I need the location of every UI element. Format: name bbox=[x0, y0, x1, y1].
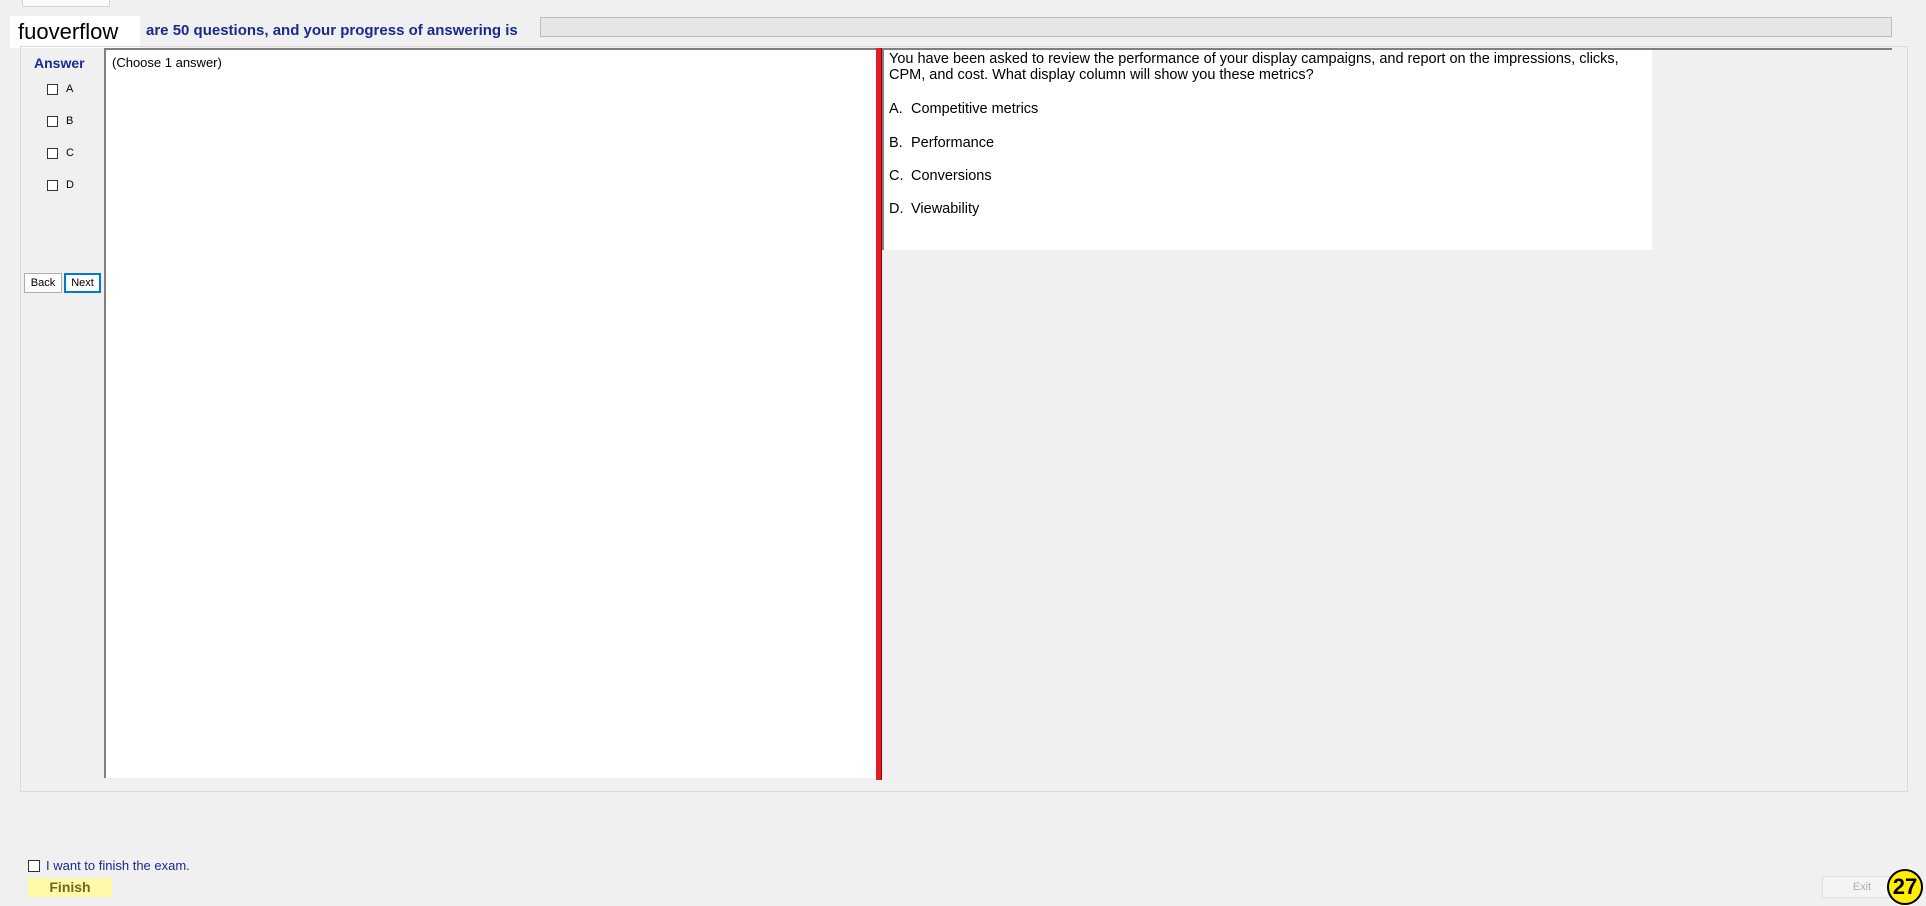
choice-text: Viewability bbox=[911, 201, 980, 217]
question-number-badge: 27 bbox=[1887, 869, 1923, 905]
answer-option-a[interactable]: A bbox=[47, 80, 73, 98]
checkbox[interactable] bbox=[47, 83, 58, 95]
answer-option-label: D bbox=[66, 179, 74, 191]
progress-bar bbox=[540, 17, 1892, 37]
choice-b: B. Performance bbox=[889, 135, 994, 151]
finish-exam-checkbox[interactable]: I want to finish the exam. bbox=[28, 858, 190, 873]
answer-option-c[interactable]: C bbox=[47, 144, 74, 162]
choice-letter: A. bbox=[889, 101, 903, 117]
choice-letter: D. bbox=[889, 201, 904, 217]
checkbox[interactable] bbox=[47, 179, 58, 191]
answer-instruction-pane: (Choose 1 answer) bbox=[104, 48, 876, 778]
finish-exam-label: I want to finish the exam. bbox=[46, 858, 190, 873]
answer-panel: Answer A B C D Back Next bbox=[22, 48, 104, 778]
progress-text: are 50 questions, and your progress of a… bbox=[146, 22, 518, 39]
answer-title: Answer bbox=[34, 55, 85, 71]
window-tab bbox=[22, 0, 110, 7]
checkbox[interactable] bbox=[47, 147, 58, 159]
answer-option-b[interactable]: B bbox=[47, 112, 73, 130]
checkbox[interactable] bbox=[28, 859, 40, 872]
choice-c: C. Conversions bbox=[889, 168, 992, 184]
choice-text: Performance bbox=[911, 135, 995, 151]
question-text: You have been asked to review the perfor… bbox=[889, 51, 1619, 83]
choice-text: Competitive metrics bbox=[911, 101, 1039, 117]
choice-text: Conversions bbox=[911, 168, 992, 184]
brand-logo: fuoverflow bbox=[10, 16, 140, 48]
answer-option-label: A bbox=[66, 83, 74, 95]
finish-button[interactable]: Finish bbox=[28, 878, 112, 897]
answer-option-d[interactable]: D bbox=[47, 176, 74, 194]
choice-letter: C. bbox=[889, 168, 904, 184]
choice-letter: B. bbox=[889, 135, 903, 151]
question-box: You have been asked to review the perfor… bbox=[882, 50, 1652, 250]
choice-a: A. Competitive metrics bbox=[889, 101, 1038, 117]
back-button[interactable]: Back bbox=[24, 273, 62, 293]
choose-instruction: (Choose 1 answer) bbox=[112, 55, 222, 70]
checkbox[interactable] bbox=[47, 115, 58, 127]
next-button[interactable]: Next bbox=[64, 273, 101, 293]
choice-d: D. Viewability bbox=[889, 201, 979, 217]
answer-option-label: C bbox=[66, 147, 74, 159]
answer-option-label: B bbox=[66, 115, 74, 127]
